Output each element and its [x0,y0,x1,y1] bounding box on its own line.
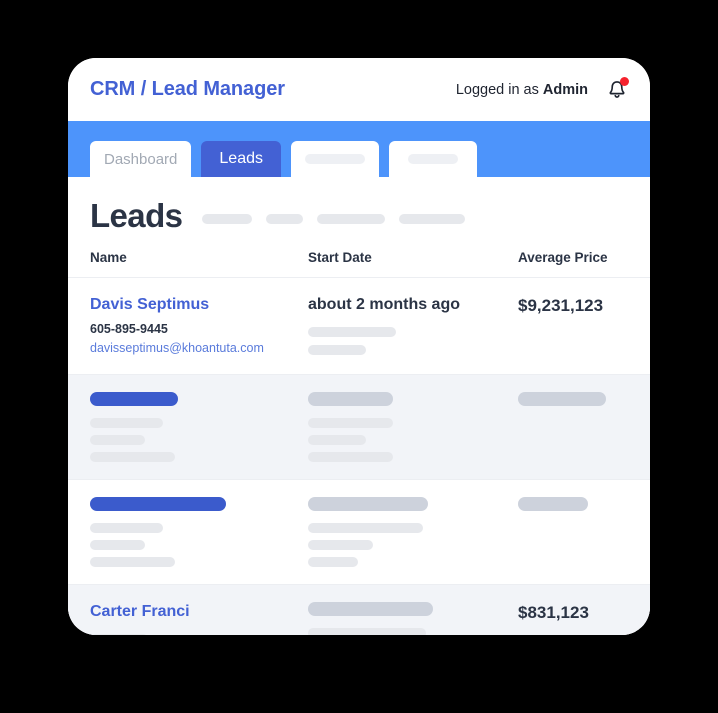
lead-name[interactable]: Davis Septimus [90,295,308,315]
lead-average-price: $831,123 [518,602,589,622]
name-placeholders [90,391,308,462]
tab-placeholder-1-bar [304,154,365,164]
cell-name[interactable] [68,374,308,479]
cell-start-date [308,374,518,479]
title-placeholder-1 [202,213,253,224]
cell-start-date [308,479,518,584]
session-status: Logged in as Admin [456,82,588,98]
placeholder-bar [308,417,393,428]
tab-dashboard[interactable]: Dashboard [90,141,192,177]
screen-background: CRM / Lead Manager Logged in as Admin Da [0,0,718,713]
placeholder-bar [308,345,366,355]
placeholder-bar [308,522,423,533]
cell-name[interactable]: Davis Septimus 605-895-9445 davisseptimu… [68,278,308,375]
tab-bar: Dashboard Leads [68,121,650,177]
tab-dashboard-label: Dashboard [104,150,178,168]
placeholder-bar [90,556,175,567]
tab-placeholder-2[interactable] [388,141,477,177]
placeholder-bar [90,434,145,445]
title-placeholder-4 [399,213,466,224]
start-date-placeholders [308,496,518,567]
placeholder-bar [90,633,148,635]
column-header-start-date[interactable]: Start Date [308,250,518,278]
lead-email[interactable]: davisseptimus@khoantuta.com [90,340,308,356]
app-card: CRM / Lead Manager Logged in as Admin Da [68,58,650,635]
title-placeholder-2 [266,213,304,224]
placeholder-bar [308,434,366,445]
column-header-name[interactable]: Name [68,250,308,278]
page-title-placeholders [202,208,466,224]
placeholder-bar-primary [518,391,606,406]
placeholder-bar [308,327,396,337]
name-placeholders [90,496,308,567]
tab-leads-label: Leads [219,150,263,167]
table-header-row: Name Start Date Average Price [68,250,650,278]
notifications-button[interactable] [604,76,630,103]
tab-placeholder-1[interactable] [290,141,379,177]
leads-table-header: Name Start Date Average Price [68,250,650,278]
cell-average-price [518,374,650,479]
table-row[interactable]: Davis Septimus 605-895-9445 davisseptimu… [68,278,650,375]
placeholder-bar-primary [90,391,178,406]
table-row[interactable]: Carter Franci $831,123 [68,584,650,635]
cell-name[interactable] [68,479,308,584]
placeholder-bar [90,539,145,550]
placeholder-bar-primary [518,496,588,511]
page-title-row: Leads [68,177,650,250]
placeholder-bar [308,627,426,635]
placeholder-bar [90,417,163,428]
placeholder-bar-primary [308,601,433,616]
cell-name[interactable]: Carter Franci [68,584,308,635]
placeholder-bar [308,451,393,462]
page-title: Leads [90,197,183,234]
name-placeholders [90,633,308,635]
tab-leads[interactable]: Leads [201,141,281,177]
session-prefix-label: Logged in as [455,81,539,98]
table-row[interactable] [68,374,650,479]
column-header-average-price[interactable]: Average Price [518,250,650,278]
placeholder-bar [90,451,175,462]
notification-badge-dot [620,76,629,86]
placeholder-bar [90,522,163,533]
app-title: CRM / Lead Manager [90,78,285,100]
lead-phone: 605-895-9445 [90,322,168,336]
cell-start-date: about 2 months ago [308,278,518,375]
start-date-placeholders [308,601,518,635]
start-date-placeholders [308,327,518,355]
leads-table-body: Davis Septimus 605-895-9445 davisseptimu… [68,278,650,635]
app-header: CRM / Lead Manager Logged in as Admin [68,58,650,121]
cell-average-price [518,479,650,584]
placeholder-bar-primary [308,496,428,511]
table-row[interactable] [68,479,650,584]
start-date-placeholders [308,391,518,462]
placeholder-bar [308,556,358,567]
lead-name[interactable]: Carter Franci [90,602,308,622]
cell-start-date [308,584,518,635]
lead-start-date: about 2 months ago [308,296,460,313]
tab-placeholder-2-bar [407,154,458,164]
title-placeholder-3 [317,213,386,224]
leads-table: Name Start Date Average Price Davis Sept… [68,250,650,635]
cell-average-price: $831,123 [518,584,650,635]
header-right-group: Logged in as Admin [456,76,630,103]
placeholder-bar [308,539,373,550]
lead-average-price: $9,231,123 [518,296,604,315]
cell-average-price: $9,231,123 [518,278,650,375]
placeholder-bar-primary [90,496,226,511]
page-content: Leads Name Start Date Average Price Davi… [68,177,650,635]
session-user-name: Admin [542,81,588,98]
placeholder-bar-primary [308,391,393,406]
